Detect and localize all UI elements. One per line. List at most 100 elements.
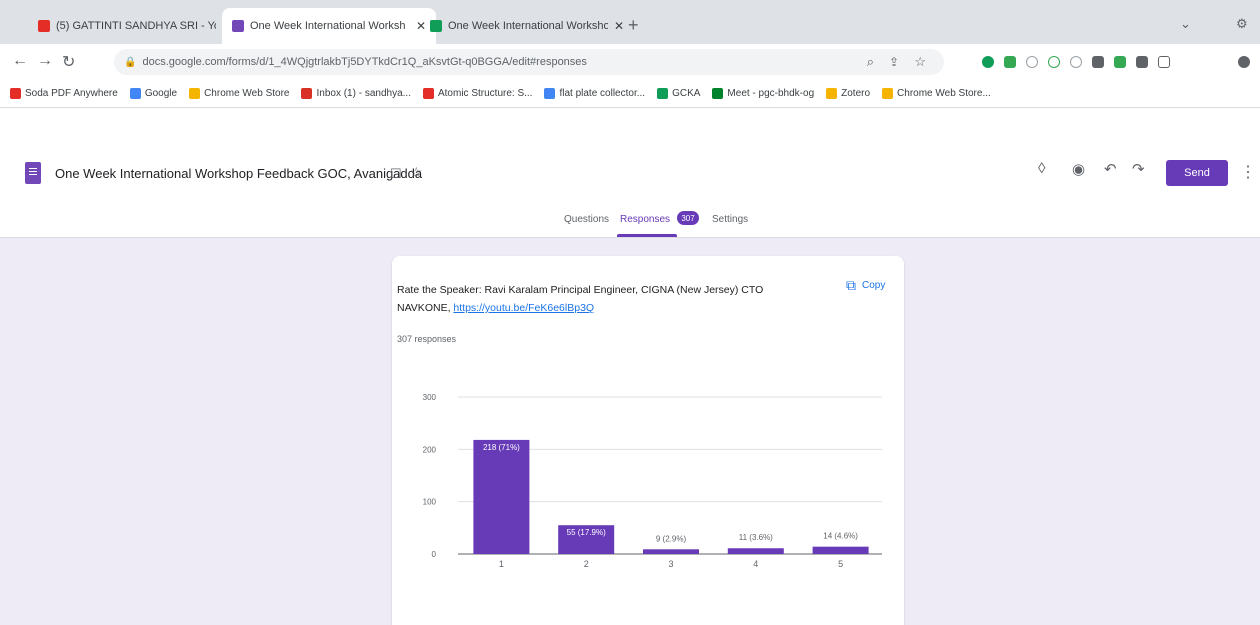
extension-icon[interactable]	[982, 56, 994, 68]
bar-chart: 0100200300 218 (71%)55 (17.9%)9 (2.9%) 11…	[423, 393, 882, 569]
x-axis: 1 2 3 4 5	[499, 559, 843, 569]
data-label: 11 (3.6%)	[739, 533, 773, 542]
bookmark-item[interactable]: Chrome Web Store	[189, 88, 289, 99]
zoom-icon[interactable]: ⌕	[867, 54, 874, 70]
customize-theme-icon[interactable]: ◊	[1038, 160, 1045, 177]
chevron-down-icon[interactable]: ⌄	[1180, 16, 1191, 32]
tab-questions[interactable]: Questions	[564, 214, 609, 225]
close-icon[interactable]: ✕	[614, 19, 624, 33]
browser-tab-sheets[interactable]: One Week International Worksho ✕	[420, 8, 634, 44]
folder-icon	[826, 88, 838, 99]
data-label: 218 (71%)	[483, 443, 520, 452]
data-label: 9 (2.9%)	[656, 534, 687, 543]
bookmark-item[interactable]: flat plate collector...	[544, 88, 645, 99]
tab-title: One Week International Worksho	[448, 20, 608, 32]
bookmark-item[interactable]: Chrome Web Store...	[882, 88, 991, 99]
copy-chart-button[interactable]: ⧉ Copy	[846, 277, 885, 294]
x-tick-label: 1	[499, 559, 504, 569]
x-tick-label: 5	[838, 559, 843, 569]
extension-icon[interactable]	[1004, 56, 1016, 68]
response-count: 307 responses	[397, 334, 457, 344]
bookmark-label: Atomic Structure: S...	[437, 88, 533, 99]
bar	[473, 439, 530, 554]
preview-icon[interactable]: ◉	[1072, 160, 1085, 178]
bookmark-label: Soda PDF Anywhere	[25, 88, 118, 99]
url-field[interactable]: 🔒 docs.google.com/forms/d/1_4WQjgtrlakbT…	[114, 49, 944, 75]
bookmark-star-icon[interactable]: ☆	[914, 54, 926, 70]
lock-icon: 🔒	[124, 56, 137, 68]
back-icon[interactable]: ←	[12, 52, 28, 70]
y-tick-label: 0	[432, 550, 437, 559]
bookmarks-bar: Soda PDF Anywhere Google Chrome Web Stor…	[0, 80, 1260, 108]
browser-tab-strip: (5) GATTINTI SANDHYA SRI - Yo ✕ One Week…	[0, 0, 1260, 44]
bookmark-label: Zotero	[841, 88, 871, 99]
avatar[interactable]	[1238, 56, 1250, 68]
reload-icon[interactable]: ↻	[62, 52, 75, 72]
tab-title: (5) GATTINTI SANDHYA SRI - Yo	[56, 20, 216, 32]
copy-icon: ⧉	[846, 277, 856, 293]
bookmark-label: Chrome Web Store...	[897, 88, 991, 99]
bar	[727, 548, 784, 554]
copy-label: Copy	[862, 280, 886, 291]
bookmark-item[interactable]: Meet - pgc-bhdk-og	[712, 88, 814, 99]
form-title[interactable]: One Week International Workshop Feedback…	[55, 166, 422, 181]
bookmark-item[interactable]: Atomic Structure: S...	[422, 88, 533, 99]
data-label: 14 (4.6%)	[823, 532, 858, 541]
puzzle-icon[interactable]	[1136, 56, 1148, 68]
tab-settings[interactable]: Settings	[712, 214, 748, 225]
bookmark-label: Meet - pgc-bhdk-og	[727, 88, 815, 99]
extension-icon[interactable]	[1048, 56, 1060, 68]
bookmark-item[interactable]: Google	[129, 88, 178, 99]
youtube-icon	[38, 20, 50, 32]
extension-icon[interactable]	[1070, 56, 1082, 68]
bookmark-item[interactable]: GCKA	[657, 88, 700, 99]
gmail-icon	[301, 88, 313, 99]
bookmark-item[interactable]: Inbox (1) - sandhya...	[301, 88, 411, 99]
extension-icon[interactable]	[1026, 56, 1038, 68]
bookmark-label: Google	[144, 88, 178, 99]
extension-icon[interactable]	[1114, 56, 1126, 68]
x-tick-label: 2	[584, 559, 589, 569]
bookmark-item[interactable]: Soda PDF Anywhere	[10, 88, 118, 99]
share-icon[interactable]: ⇪	[889, 55, 899, 69]
new-tab-button[interactable]: +	[628, 15, 639, 36]
bookmark-icon	[10, 88, 21, 99]
y-tick-label: 300	[423, 393, 437, 402]
question-link[interactable]: https://youtu.be/FeK6e6lBp3Q	[453, 302, 594, 314]
google-icon	[129, 88, 141, 99]
forward-icon[interactable]: →	[37, 52, 53, 70]
tab-title: One Week International Worksh	[250, 20, 406, 32]
bar	[812, 546, 869, 554]
sidepanel-icon[interactable]	[1158, 56, 1170, 68]
bookmark-label: Inbox (1) - sandhya...	[316, 88, 411, 99]
meet-icon	[712, 88, 724, 99]
url-text: docs.google.com/forms/d/1_4WQjgtrlakbTj5…	[142, 56, 587, 68]
bookmark-item[interactable]: Zotero	[826, 88, 870, 99]
send-button[interactable]: Send	[1166, 160, 1228, 186]
data-label: 55 (17.9%)	[567, 528, 606, 537]
bars: 218 (71%) 55 (17.9%) 9 (2.9%) 11 (3.6%) 14 (…	[473, 439, 869, 554]
webstore-icon	[189, 88, 201, 99]
tab-responses[interactable]: Responses	[620, 214, 670, 225]
bookmark-label: GCKA	[672, 88, 701, 99]
zotero-icon[interactable]	[1092, 56, 1104, 68]
youtube-icon	[422, 88, 434, 99]
active-tab-indicator	[617, 234, 677, 237]
google-forms-icon[interactable]	[25, 162, 41, 184]
undo-icon[interactable]: ↶	[1104, 160, 1117, 178]
sheets-icon	[430, 20, 442, 32]
browser-tab-forms[interactable]: One Week International Worksh ✕	[222, 8, 437, 44]
google-icon	[544, 88, 556, 99]
webstore-icon	[882, 88, 894, 99]
browser-tab-youtube[interactable]: (5) GATTINTI SANDHYA SRI - Yo ✕	[28, 8, 242, 44]
settings-icon[interactable]: ⚙	[1236, 16, 1248, 32]
more-vert-icon[interactable]: ⋮	[1240, 162, 1256, 182]
y-tick-label: 200	[423, 445, 437, 454]
y-axis: 0 100 200 300	[423, 393, 437, 559]
question-title: Rate the Speaker: Ravi Karalam Principal…	[397, 281, 807, 317]
folder-icon[interactable]: ☐	[390, 166, 402, 182]
x-tick-label: 4	[753, 559, 758, 569]
star-icon[interactable]: ☆	[410, 164, 423, 181]
bookmark-icon	[657, 88, 669, 99]
redo-icon[interactable]: ↷	[1132, 160, 1145, 178]
